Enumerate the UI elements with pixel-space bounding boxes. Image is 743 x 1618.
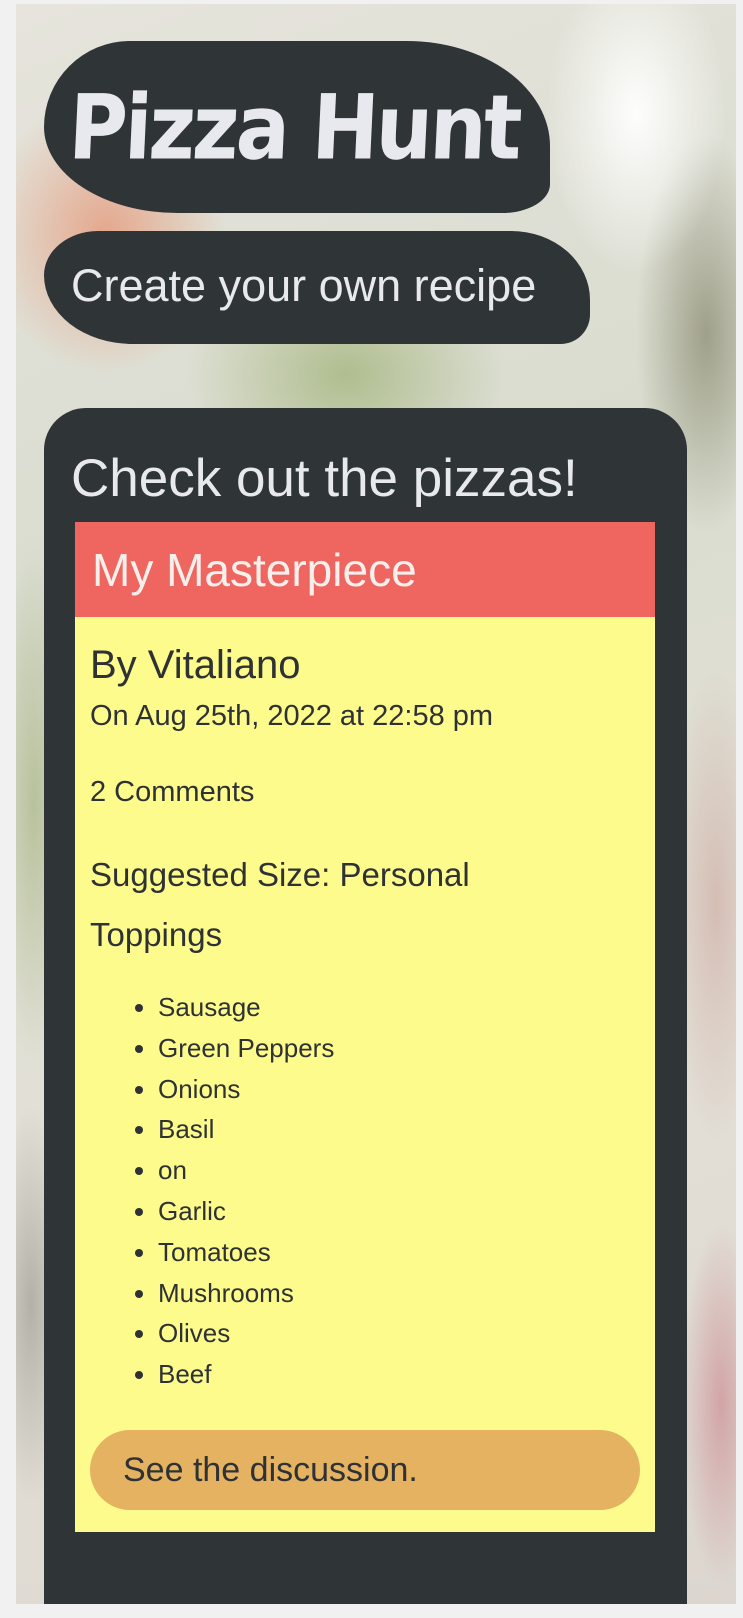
- topping-item: on: [158, 1150, 640, 1191]
- comment-count: 2 Comments: [90, 776, 255, 808]
- create-recipe-label: Create your own recipe: [71, 259, 537, 311]
- pizza-created-date: On Aug 25th, 2022 at 22:58 pm: [90, 700, 494, 732]
- see-discussion-button[interactable]: See the discussion.: [90, 1430, 640, 1510]
- topping-item: Sausage: [158, 987, 640, 1028]
- topping-item: Olives: [158, 1313, 640, 1354]
- topping-item: Green Peppers: [158, 1028, 640, 1069]
- pizza-author: By Vitaliano: [90, 643, 301, 687]
- suggested-size: Suggested Size: Personal: [90, 856, 470, 893]
- pizza-card: My Masterpiece By Vitaliano On Aug 25th,…: [75, 522, 655, 1532]
- topping-item: Tomatoes: [158, 1232, 640, 1273]
- site-title-link[interactable]: Pizza Hunt: [44, 41, 550, 213]
- pizza-list-panel: Check out the pizzas! My Masterpiece By …: [44, 408, 687, 1604]
- topping-item: Basil: [158, 1109, 640, 1150]
- site-title: Pizza Hunt: [66, 74, 522, 180]
- toppings-list: Sausage Green Peppers Onions Basil on Ga…: [90, 987, 640, 1395]
- topping-item: Beef: [158, 1354, 640, 1395]
- topping-item: Mushrooms: [158, 1273, 640, 1314]
- topping-item: Onions: [158, 1069, 640, 1110]
- pizza-name: My Masterpiece: [92, 543, 417, 596]
- topping-item: Garlic: [158, 1191, 640, 1232]
- pizza-card-header: My Masterpiece: [75, 522, 655, 617]
- page-heading: Check out the pizzas!: [71, 449, 578, 508]
- toppings-label: Toppings: [90, 916, 223, 953]
- create-recipe-link[interactable]: Create your own recipe: [44, 231, 590, 344]
- pizza-card-body: By Vitaliano On Aug 25th, 2022 at 22:58 …: [75, 617, 655, 1395]
- page-background: Pizza Hunt Create your own recipe Check …: [16, 4, 736, 1604]
